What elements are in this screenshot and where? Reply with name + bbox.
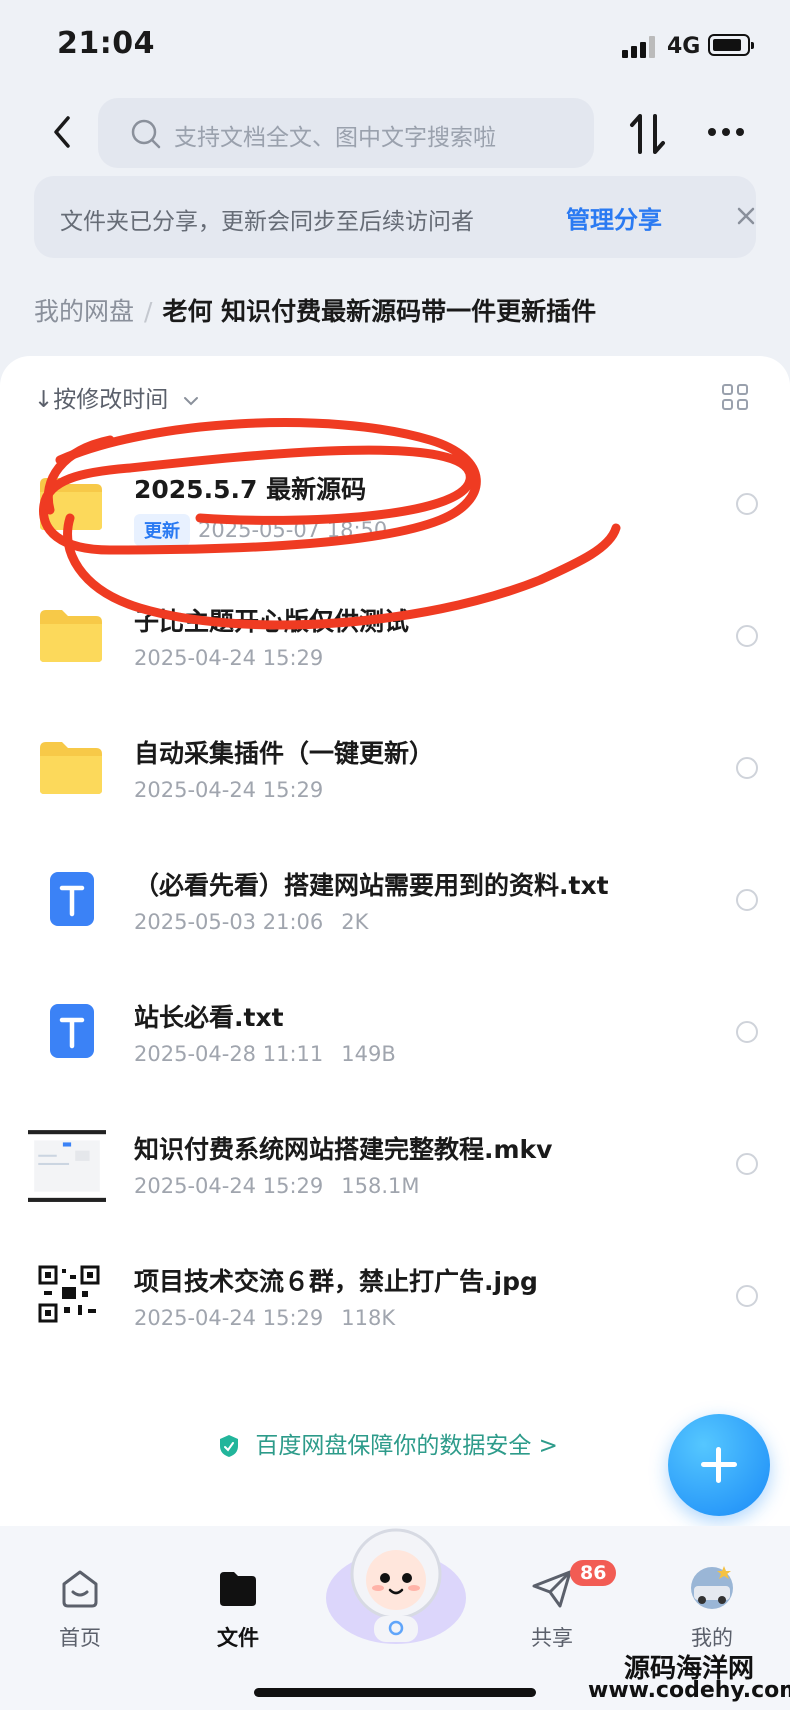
search-bar[interactable]: 支持文档全文、图中文字搜索啦 (98, 98, 594, 168)
data-security-text: 百度网盘保障你的数据安全 > (255, 1433, 558, 1459)
file-size: 2K (341, 910, 369, 934)
text-file-icon (50, 1004, 94, 1058)
home-indicator (254, 1688, 536, 1697)
tab-files[interactable]: 文件 (188, 1566, 288, 1652)
sort-arrows-icon (630, 114, 665, 154)
file-date: 2025-04-28 11:11 (134, 1042, 324, 1066)
status-time: 21:04 (57, 26, 155, 61)
file-name: （必看先看）搭建网站需要用到的资料.txt (134, 871, 609, 900)
file-meta: 更新 2025-05-07 18:50 (134, 514, 387, 546)
file-name: 2025.5.7 最新源码 (134, 475, 367, 504)
select-checkbox[interactable] (736, 1285, 758, 1307)
grid-view-icon[interactable] (722, 384, 750, 412)
file-name: 知识付费系统网站搭建完整教程.mkv (134, 1135, 553, 1164)
chevron-left-icon (54, 116, 70, 148)
watermark-url: www.codehy.com (588, 1678, 790, 1703)
select-checkbox[interactable] (736, 625, 758, 647)
network-type: 4G (667, 34, 701, 59)
assistant-mascot-icon[interactable] (324, 1520, 468, 1648)
chevron-down-icon (183, 397, 198, 406)
breadcrumb-root[interactable]: 我的网盘 (34, 297, 134, 326)
list-item[interactable]: 站长必看.txt 2025-04-28 11:11 149B (0, 968, 790, 1100)
file-size: 149B (341, 1042, 396, 1066)
share-banner: 文件夹已分享，更新会同步至后续访问者 管理分享 (34, 176, 756, 258)
folder-icon (40, 478, 102, 530)
add-button[interactable] (668, 1414, 770, 1516)
tab-home[interactable]: 首页 (30, 1566, 130, 1652)
share-notification-badge: 86 (570, 1560, 617, 1586)
select-checkbox[interactable] (736, 493, 758, 515)
share-banner-message: 文件夹已分享，更新会同步至后续访问者 (60, 209, 474, 235)
file-date: 2025-05-03 21:06 (134, 910, 324, 934)
file-date: 2025-04-24 15:29 (134, 1306, 324, 1330)
breadcrumb-separator: / (144, 297, 153, 326)
shield-icon (220, 1435, 238, 1457)
select-checkbox[interactable] (736, 889, 758, 911)
file-name: 自动采集插件（一键更新） (134, 739, 435, 768)
file-name: 站长必看.txt (134, 1003, 284, 1032)
file-date: 2025-04-24 15:29 (134, 1174, 324, 1198)
list-item[interactable]: （必看先看）搭建网站需要用到的资料.txt 2025-05-03 21:06 2K (0, 836, 790, 968)
list-item[interactable]: 子比主题开心版仅供测试 2025-04-24 15:29 (0, 572, 790, 704)
select-checkbox[interactable] (736, 757, 758, 779)
paper-plane-icon (532, 1570, 572, 1608)
text-file-icon (50, 872, 94, 926)
avatar (691, 1566, 733, 1609)
file-meta: 2025-05-03 21:06 2K (134, 910, 368, 934)
qr-image-thumbnail-icon (34, 1257, 104, 1327)
search-placeholder: 支持文档全文、图中文字搜索啦 (174, 125, 496, 151)
manage-share-link[interactable]: 管理分享 (566, 200, 662, 235)
battery-icon (708, 34, 754, 56)
file-meta: 2025-04-28 11:11 149B (134, 1042, 396, 1066)
close-icon[interactable] (734, 204, 758, 228)
file-date: 2025-04-24 15:29 (134, 646, 324, 670)
breadcrumb-current: 老何 知识付费最新源码带一件更新插件 (162, 297, 597, 326)
file-meta: 2025-04-24 15:29 158.1M (134, 1174, 420, 1198)
tab-files-label: 文件 (217, 1626, 259, 1650)
back-button[interactable] (48, 112, 78, 152)
breadcrumb: 我的网盘 / 老何 知识付费最新源码带一件更新插件 (34, 292, 596, 328)
home-icon (62, 1570, 98, 1608)
tab-mine[interactable]: 我的 (662, 1566, 762, 1652)
sort-order-button[interactable] (628, 110, 668, 158)
file-size: 158.1M (341, 1174, 420, 1198)
sort-arrow-icon: ↓ (34, 387, 54, 413)
list-item[interactable]: 2025.5.7 最新源码 更新 2025-05-07 18:50 (0, 440, 790, 572)
file-date: 2025-04-24 15:29 (134, 778, 324, 802)
folder-icon (40, 610, 102, 662)
folder-tab-icon (220, 1572, 256, 1606)
folder-icon (40, 742, 102, 794)
select-checkbox[interactable] (736, 1021, 758, 1043)
signal-icon (622, 36, 658, 58)
file-date: 2025-05-07 18:50 (198, 518, 388, 542)
plus-icon-vertical (716, 1447, 721, 1483)
sort-selector[interactable]: ↓按修改时间 (34, 380, 200, 414)
tab-share-label: 共享 (531, 1626, 573, 1650)
video-thumbnail-icon (28, 1126, 106, 1204)
list-item[interactable]: 自动采集插件（一键更新） 2025-04-24 15:29 (0, 704, 790, 836)
list-item[interactable]: 知识付费系统网站搭建完整教程.mkv 2025-04-24 15:29 158.1… (0, 1100, 790, 1232)
search-icon (131, 119, 161, 149)
list-item[interactable]: 项目技术交流６群，禁止打广告.jpg 2025-04-24 15:29 118K (0, 1232, 790, 1364)
file-meta: 2025-04-24 15:29 118K (134, 1306, 395, 1330)
more-icon[interactable] (708, 128, 748, 140)
data-security-link[interactable]: 百度网盘保障你的数据安全 > (218, 1426, 558, 1460)
file-size: 118K (341, 1306, 396, 1330)
sort-label: 按修改时间 (53, 387, 169, 413)
file-meta: 2025-04-24 15:29 (134, 778, 323, 802)
update-badge: 更新 (134, 514, 190, 546)
tab-home-label: 首页 (59, 1626, 101, 1650)
file-name: 子比主题开心版仅供测试 (134, 607, 410, 636)
select-checkbox[interactable] (736, 1153, 758, 1175)
file-name: 项目技术交流６群，禁止打广告.jpg (134, 1267, 538, 1296)
file-meta: 2025-04-24 15:29 (134, 646, 323, 670)
